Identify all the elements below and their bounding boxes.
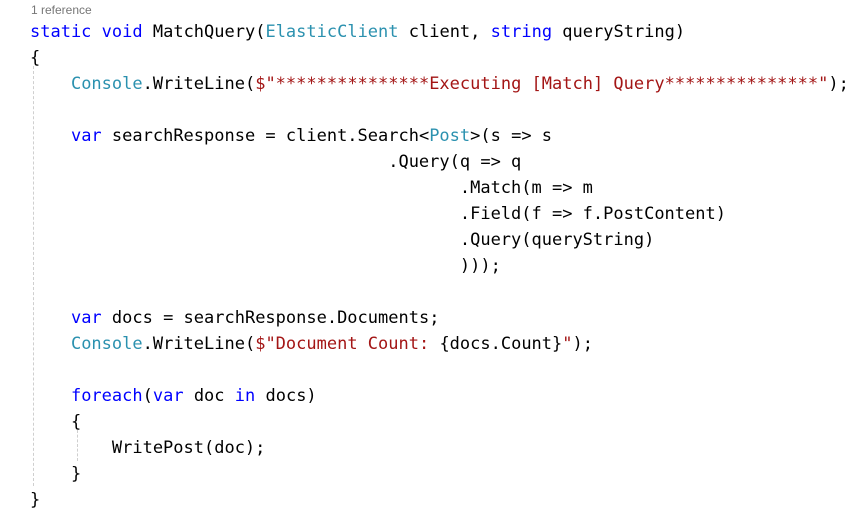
code-token: { — [30, 48, 41, 68]
code-token: docs = searchResponse.Documents; — [101, 308, 440, 328]
code-token: .Query(queryString) — [30, 230, 655, 250]
code-token: searchResponse = client.Search< — [101, 126, 430, 146]
code-lines: static void MatchQuery(ElasticClient cli… — [30, 19, 849, 513]
codelens-reference-indicator[interactable]: 1 reference — [31, 2, 92, 18]
code-line[interactable]: var docs = searchResponse.Documents; — [30, 305, 849, 331]
code-token: in — [234, 386, 256, 406]
code-token: Console — [70, 334, 143, 354]
code-token: var — [152, 386, 184, 406]
code-token: ))); — [30, 256, 501, 276]
code-line[interactable]: } — [30, 487, 849, 513]
code-token: var — [70, 126, 102, 146]
code-token: void — [101, 22, 143, 42]
code-token: Post — [429, 126, 471, 146]
code-line[interactable]: .Query(queryString) — [30, 227, 849, 253]
code-line[interactable]: { — [30, 45, 849, 71]
code-token: .WriteLine( — [142, 334, 256, 354]
code-token: .Match(m => m — [30, 178, 593, 198]
code-token: doc — [183, 386, 235, 406]
code-line[interactable] — [30, 279, 849, 305]
code-token: ); — [828, 74, 849, 94]
code-line[interactable]: ))); — [30, 253, 849, 279]
code-line[interactable]: static void MatchQuery(ElasticClient cli… — [30, 19, 849, 45]
code-token: string — [490, 22, 553, 42]
code-token: { — [30, 412, 82, 432]
code-token: .WriteLine( — [142, 74, 256, 94]
code-line[interactable] — [30, 357, 849, 383]
code-token: foreach — [70, 386, 143, 406]
code-token: $"***************Executing [Match] Query… — [255, 74, 829, 94]
code-line[interactable]: Console.WriteLine($"Document Count: {doc… — [30, 331, 849, 357]
code-token: $"Document Count: — [255, 334, 440, 354]
code-token: .Query(q => q — [30, 152, 522, 172]
code-editor[interactable]: 1 reference static void MatchQuery(Elast… — [0, 0, 866, 510]
code-token: static — [30, 22, 92, 42]
code-line[interactable]: Console.WriteLine($"***************Execu… — [30, 71, 849, 97]
code-token: .Field(f => f.PostContent) — [30, 204, 726, 224]
code-token: ElasticClient — [265, 22, 399, 42]
code-line[interactable]: WritePost(doc); — [30, 435, 849, 461]
code-token: } — [30, 490, 41, 510]
code-token: } — [30, 464, 82, 484]
code-line[interactable]: .Match(m => m — [30, 175, 849, 201]
code-token: ); — [572, 334, 593, 354]
code-line[interactable] — [30, 97, 849, 123]
code-line[interactable]: foreach(var doc in docs) — [30, 383, 849, 409]
code-token: {docs.Count} — [439, 334, 563, 354]
code-line[interactable]: .Field(f => f.PostContent) — [30, 201, 849, 227]
code-line[interactable]: .Query(q => q — [30, 149, 849, 175]
code-token: " — [562, 334, 573, 354]
code-token: MatchQuery( — [142, 22, 266, 42]
code-token: docs) — [255, 386, 317, 406]
code-token: >(s => s — [470, 126, 553, 146]
code-line[interactable]: { — [30, 409, 849, 435]
code-line[interactable]: var searchResponse = client.Search<Post>… — [30, 123, 849, 149]
code-token: client, — [398, 22, 491, 42]
code-line[interactable]: } — [30, 461, 849, 487]
code-token: queryString) — [552, 22, 686, 42]
code-token: var — [70, 308, 102, 328]
code-token: Console — [70, 74, 143, 94]
code-token: WritePost(doc); — [30, 438, 266, 458]
code-token: ( — [142, 386, 153, 406]
